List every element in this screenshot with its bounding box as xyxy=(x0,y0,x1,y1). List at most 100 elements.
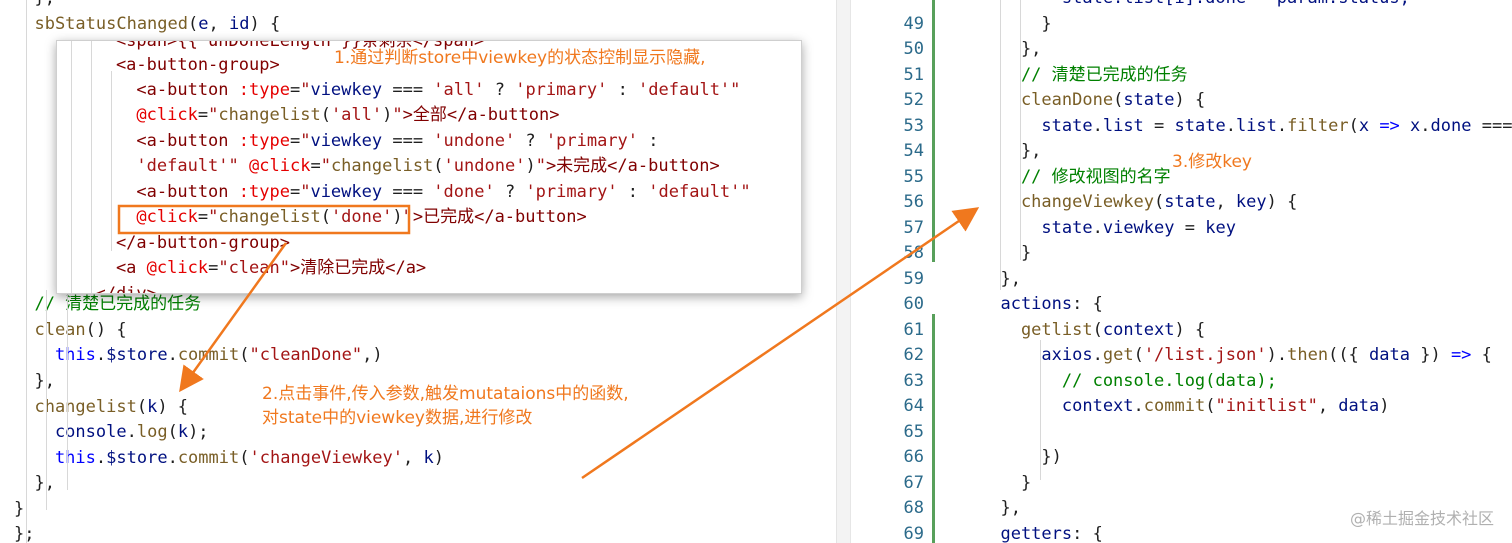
code-token: , xyxy=(208,14,229,34)
code-token: ( xyxy=(1348,115,1359,136)
code-token: console xyxy=(14,422,127,442)
left-code-line[interactable]: // 清楚已完成的任务 xyxy=(14,292,201,317)
watermark: @稀土掘金技术社区 xyxy=(1349,509,1494,528)
right-code-line[interactable]: }, xyxy=(980,139,1041,164)
code-token: context xyxy=(1102,319,1175,340)
right-code-line[interactable]: state.viewkey = key xyxy=(980,216,1236,241)
left-code-line[interactable]: }, xyxy=(14,369,54,394)
split-divider[interactable] xyxy=(850,0,873,543)
code-token: === f xyxy=(1481,115,1512,136)
peek-code-line[interactable]: 'default'" @click="changelist('undone')"… xyxy=(75,154,720,179)
code-token: : xyxy=(638,131,659,151)
peek-code-line[interactable]: @click="changelist('all')">全部</a-button> xyxy=(75,103,559,128)
right-code-line[interactable]: getlist(context) { xyxy=(980,318,1205,343)
code-token: ) { xyxy=(249,14,281,34)
code-token: :type xyxy=(238,80,290,100)
code-token: state xyxy=(1164,192,1216,212)
code-token: : { xyxy=(1072,523,1103,543)
code-token: . xyxy=(1420,115,1431,136)
left-code-line[interactable]: changelist(k) { xyxy=(14,395,188,420)
code-token: @click xyxy=(75,105,198,125)
left-code-line[interactable]: this.$store.commit('changeViewkey', k) xyxy=(14,446,444,471)
annotation-step-2-line2: 对state中的viewkey数据,进行修改 xyxy=(262,408,533,428)
code-token: . xyxy=(95,345,107,365)
right-code-line[interactable]: }, xyxy=(980,496,1020,521)
code-token: " xyxy=(320,156,331,176)
code-token: } xyxy=(980,13,1052,34)
right-code-line[interactable]: getters: { xyxy=(980,522,1103,543)
right-code-line[interactable]: } xyxy=(980,241,1031,266)
code-token: state xyxy=(980,217,1093,238)
left-code-line[interactable]: } xyxy=(14,497,24,522)
code-token: . xyxy=(167,448,178,468)
code-token: , xyxy=(1317,396,1339,416)
peek-code-line[interactable]: @click="changelist('done')">已完成</a-butto… xyxy=(75,205,587,230)
line-number: 59 xyxy=(903,268,924,289)
peek-code-line[interactable]: </div> xyxy=(75,282,156,293)
left-code-line[interactable]: }; xyxy=(14,522,34,543)
code-token: $store xyxy=(106,448,168,468)
code-token: ( xyxy=(239,345,250,365)
code-token: >未完成</a-button> xyxy=(545,156,720,176)
right-code-line[interactable]: }, xyxy=(980,37,1041,62)
code-token: 'primary' xyxy=(515,80,608,100)
left-code-line[interactable]: console.log(k); xyxy=(14,420,209,445)
indent-guide xyxy=(46,290,47,510)
code-token: 'primary' xyxy=(525,182,618,202)
left-scrollbar[interactable] xyxy=(836,0,850,543)
right-code-line[interactable]: changeViewkey(state, key) { xyxy=(980,190,1297,215)
left-code-line[interactable]: this.$store.commit("cleanDone",) xyxy=(14,343,383,368)
right-code-line[interactable]: // 清楚已完成的任务 xyxy=(980,63,1188,88)
code-token: axios xyxy=(980,345,1093,365)
code-token: actions xyxy=(980,294,1073,314)
right-code-line[interactable]: state.list = state.list.filter(x => x.do… xyxy=(980,114,1512,139)
left-code-line[interactable]: sbStatusChanged(e, id) { xyxy=(14,12,280,37)
peek-definition-popup[interactable]: <span>{{ unDoneLength }}条剩余</span> <a-bu… xyxy=(56,40,802,294)
code-token: <a-button xyxy=(75,131,239,151)
peek-code-line[interactable]: <a-button :type="viewkey === 'undone' ? … xyxy=(75,129,659,154)
code-token: ) { xyxy=(157,397,189,417)
code-token: 'undone' xyxy=(433,131,516,151)
code-token: }, xyxy=(14,473,55,493)
code-token: () { xyxy=(85,320,127,340)
annotation-step-1: 1.通过判断store中viewkey的状态控制显示隐藏, xyxy=(334,48,706,68)
right-code-line[interactable]: // console.log(data); xyxy=(980,369,1277,394)
peek-code-line[interactable]: <a @click="clean">清除已完成</a> xyxy=(75,256,426,281)
left-code-line[interactable]: clean() { xyxy=(14,318,127,343)
annotation-step-3: 3.修改key xyxy=(1172,152,1252,172)
peek-code-line[interactable]: <a-button :type="viewkey === 'done' ? 'p… xyxy=(75,180,750,205)
code-token: : xyxy=(617,182,649,202)
peek-code-line[interactable]: <a-button :type="viewkey === 'all' ? 'pr… xyxy=(75,78,740,103)
code-token: commit xyxy=(1143,396,1206,416)
right-code-line[interactable]: cleanDone(state) { xyxy=(980,88,1205,113)
peek-code-line[interactable]: </a-button-group> xyxy=(75,231,290,256)
code-token: ( xyxy=(320,105,331,125)
code-token: 'all' xyxy=(433,80,485,100)
right-code-line[interactable]: } xyxy=(980,12,1052,37)
code-token: ( xyxy=(1092,319,1103,340)
code-token: // 修改视图的名字 xyxy=(980,166,1171,187)
code-token: >已完成</a-button> xyxy=(412,207,587,227)
left-code-line[interactable]: }, xyxy=(14,0,54,11)
code-token: ) xyxy=(1379,396,1390,416)
code-token: viewkey xyxy=(1102,217,1175,238)
right-code-line[interactable]: axios.get('/list.json').then(({ data }) … xyxy=(980,343,1492,368)
right-code-line[interactable]: state.list[i].done = param.status; xyxy=(980,0,1410,11)
code-token: "initlist" xyxy=(1215,396,1318,416)
right-code-line[interactable]: // 修改视图的名字 xyxy=(980,165,1171,190)
right-code-line[interactable]: actions: { xyxy=(980,292,1102,317)
peek-code-line[interactable]: <a-button-group> xyxy=(75,53,280,78)
right-code-line[interactable]: }) xyxy=(980,445,1061,470)
right-code-line[interactable]: } xyxy=(980,471,1031,496)
code-token: id xyxy=(228,14,250,34)
code-token: ( xyxy=(167,422,178,442)
left-code-line[interactable]: }, xyxy=(14,471,55,496)
right-code-line[interactable]: context.commit("initlist", data) xyxy=(980,394,1390,419)
code-token: }, xyxy=(980,39,1042,59)
code-token: filter xyxy=(1287,115,1349,136)
line-number: 65 xyxy=(903,421,924,442)
code-token: log xyxy=(136,422,168,442)
code-token: list xyxy=(1235,115,1277,136)
code-token: }, xyxy=(980,141,1042,161)
right-editor-pane[interactable]: state.list[i].done = param.status; 49 } 50… xyxy=(872,0,1512,543)
